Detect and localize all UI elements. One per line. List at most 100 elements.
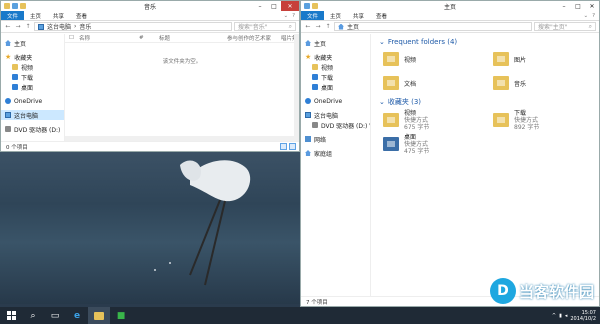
tab-home[interactable]: 主页 [324, 11, 347, 20]
expand-ribbon-icon[interactable]: ⌄ [583, 13, 588, 19]
explorer-taskbar-button[interactable] [88, 307, 110, 324]
col-artist[interactable]: 参与创作的艺术家 [223, 34, 277, 42]
maximize-button[interactable]: □ [571, 1, 585, 11]
clock[interactable]: 15:07 2014/10/2 [570, 310, 596, 322]
tab-view[interactable]: 查看 [370, 11, 393, 20]
search-input[interactable]: 搜索"音乐" ⌕ [234, 22, 296, 31]
nav-item-onedrive[interactable]: OneDrive [301, 96, 370, 106]
up-button[interactable]: ↑ [324, 23, 332, 30]
egret-image [154, 160, 251, 286]
ie-taskbar-button[interactable]: e [66, 307, 88, 324]
search-icon[interactable]: ⌕ [589, 23, 592, 31]
tab-view[interactable]: 查看 [70, 11, 93, 20]
nav-item-favorites[interactable]: ★ 收藏夹 [301, 52, 370, 62]
vertical-scrollbar[interactable] [294, 34, 299, 141]
nav-item-desktop[interactable]: 桌面 [1, 82, 64, 92]
favorite-tile-desktop[interactable]: 桌面 快捷方式 475 字节 [383, 134, 493, 155]
nav-item-homegroup[interactable]: 家庭组 [301, 148, 370, 158]
select-all-checkbox[interactable]: ☐ [65, 35, 75, 41]
col-title[interactable]: 标题 [155, 34, 223, 42]
favorite-tile-downloads[interactable]: 下载 快捷方式 892 字节 [493, 110, 599, 131]
folder-tile-music[interactable]: 音乐 [493, 73, 599, 93]
window-controls: – □ ✕ [253, 1, 299, 11]
nav-item-dvd[interactable]: DVD 驱动器 (D:) [1, 124, 64, 134]
forward-button[interactable]: → [314, 23, 322, 30]
nav-item-videos[interactable]: 视频 [301, 62, 370, 72]
home-content[interactable]: ⌄ Frequent folders (4) 视频 图片 文档 音乐 ⌄ 收藏夹… [371, 34, 599, 296]
folder-tile-documents[interactable]: 文档 [383, 73, 493, 93]
title-bar[interactable]: 主页 – □ ✕ [301, 1, 599, 11]
col-name[interactable]: 名称 [75, 34, 135, 42]
folder-name: 视频 [404, 56, 417, 64]
nav-item-network[interactable]: 网络 [301, 134, 370, 144]
window-body: 主页 ★ 收藏夹 视频 下载 桌面 OneDrive 这台电脑 DVD 驱动器 (… [301, 34, 599, 296]
explorer-window-home[interactable]: 主页 – □ ✕ 文件 主页 共享 查看 ⌄ ? ← → ↑ 主页 搜索"主页"… [300, 0, 600, 307]
back-button[interactable]: ← [4, 23, 12, 30]
minimize-button[interactable]: – [557, 1, 571, 11]
network-icon[interactable]: ▮ [559, 313, 562, 319]
window-title: 主页 [443, 3, 456, 11]
start-button[interactable] [0, 307, 22, 324]
file-list[interactable]: ☐ 名称 # 标题 参与创作的艺术家 唱片集 该文件夹为空。 [65, 34, 299, 141]
notification-chevron-icon[interactable]: ^ [552, 313, 556, 319]
download-folder-icon [493, 113, 509, 127]
large-icons-view-icon[interactable] [289, 143, 296, 150]
close-button[interactable]: ✕ [281, 1, 299, 11]
nav-label: 收藏夹 [14, 54, 33, 62]
folder-icon [493, 76, 509, 90]
folder-icon [12, 64, 18, 70]
nav-label: 视频 [21, 64, 34, 72]
minimize-button[interactable]: – [253, 1, 267, 11]
ribbon-tabs: 文件 主页 共享 查看 ⌄ ? [1, 11, 299, 21]
breadcrumb-home[interactable]: 主页 [347, 22, 359, 31]
back-button[interactable]: ← [304, 23, 312, 30]
search-icon: ⌕ [30, 310, 36, 321]
maximize-button[interactable]: □ [267, 1, 281, 11]
nav-item-home[interactable]: 主页 [1, 38, 64, 48]
help-icon[interactable]: ? [292, 13, 295, 19]
explorer-window-music[interactable]: 音乐 – □ ✕ 文件 主页 共享 查看 ⌄ ? ← → ↑ 这台电脑 › 音乐… [0, 0, 300, 152]
home-icon [338, 23, 344, 30]
search-icon[interactable]: ⌕ [289, 23, 292, 31]
nav-item-this-pc[interactable]: 这台电脑 [1, 110, 64, 120]
tab-home[interactable]: 主页 [24, 11, 47, 20]
brand-name: 当客软件园 [518, 282, 594, 301]
col-number[interactable]: # [135, 35, 155, 41]
breadcrumb-this-pc[interactable]: 这台电脑 [47, 22, 71, 31]
store-taskbar-button[interactable]: ■ [110, 307, 132, 324]
up-button[interactable]: ↑ [24, 23, 32, 30]
tab-file[interactable]: 文件 [301, 11, 325, 20]
address-bar[interactable]: 这台电脑 › 音乐 [34, 22, 232, 31]
forward-button[interactable]: → [14, 23, 22, 30]
expand-ribbon-icon[interactable]: ⌄ [283, 13, 288, 19]
nav-label: 家庭组 [314, 150, 333, 158]
address-bar[interactable]: 主页 [334, 22, 532, 31]
title-bar[interactable]: 音乐 – □ ✕ [1, 1, 299, 11]
search-input[interactable]: 搜索"主页" ⌕ [534, 22, 596, 31]
nav-item-downloads[interactable]: 下载 [301, 72, 370, 82]
breadcrumb-music[interactable]: 音乐 [79, 22, 91, 31]
nav-item-onedrive[interactable]: OneDrive [1, 96, 64, 106]
nav-item-favorites[interactable]: ★ 收藏夹 [1, 52, 64, 62]
details-view-icon[interactable] [280, 143, 287, 150]
tab-file[interactable]: 文件 [1, 11, 25, 20]
help-icon[interactable]: ? [592, 13, 595, 19]
task-view-button[interactable]: ▭ [44, 307, 66, 324]
search-taskbar-button[interactable]: ⌕ [22, 307, 44, 324]
favorite-tile-videos[interactable]: 视频 快捷方式 675 字节 [383, 110, 493, 131]
navigation-pane: 主页 ★ 收藏夹 视频 下载 桌面 OneDrive 这台电脑 DVD 驱动器 (… [1, 34, 65, 141]
folder-tile-pictures[interactable]: 图片 [493, 49, 599, 69]
favorites-header[interactable]: ⌄ 收藏夹 (3) [379, 97, 599, 107]
nav-item-this-pc[interactable]: 这台电脑 [301, 110, 370, 120]
nav-item-desktop[interactable]: 桌面 [301, 82, 370, 92]
nav-item-home[interactable]: 主页 [301, 38, 370, 48]
tab-share[interactable]: 共享 [347, 11, 370, 20]
volume-icon[interactable]: ◂ [565, 313, 568, 319]
tab-share[interactable]: 共享 [47, 11, 70, 20]
nav-item-downloads[interactable]: 下载 [1, 72, 64, 82]
folder-tile-videos[interactable]: 视频 [383, 49, 493, 69]
nav-item-videos[interactable]: 视频 [1, 62, 64, 72]
nav-item-dvd[interactable]: DVD 驱动器 (D:) V [301, 120, 370, 130]
frequent-folders-header[interactable]: ⌄ Frequent folders (4) [379, 38, 599, 46]
close-button[interactable]: ✕ [585, 1, 599, 11]
